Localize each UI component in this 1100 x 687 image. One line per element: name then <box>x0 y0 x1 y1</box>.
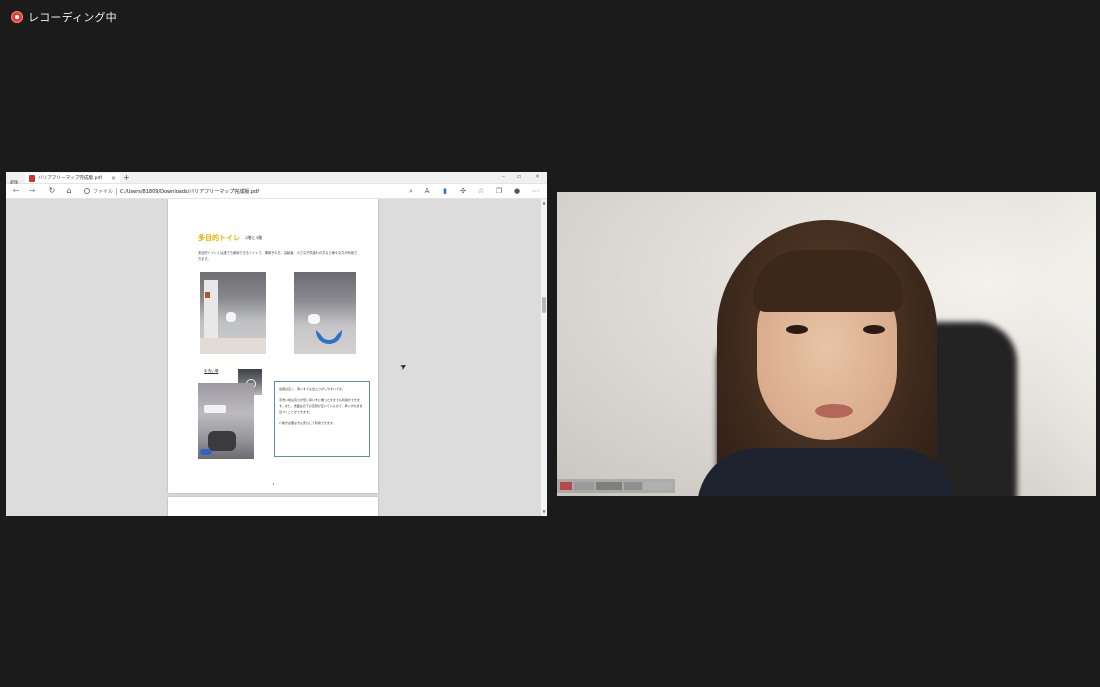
zoom-icon[interactable]: ⌕ <box>406 186 416 196</box>
document-title: 多目的トイレ <box>198 233 240 242</box>
tab-title: バリアフリーマップ完成版.pdf <box>38 176 103 181</box>
info-icon[interactable] <box>84 188 90 194</box>
back-icon[interactable]: ← <box>11 186 21 196</box>
scrollbar-thumb[interactable] <box>542 297 546 313</box>
pdf-viewer[interactable]: 多目的トイレ 2階と3階 多目的トイレとは誰でも使用できるトイレで、車椅子の方、… <box>6 199 547 516</box>
scrollbar[interactable]: ▲ ▼ <box>541 199 547 516</box>
profile-icon[interactable]: ● <box>512 186 522 196</box>
recording-indicator: レコーディング中 <box>11 9 117 25</box>
read-aloud-icon[interactable]: A <box>422 186 432 196</box>
description-line-1: 扉幅は広く、車いすでも出入りがしやすいです。 <box>279 387 345 391</box>
workspaces-icon[interactable] <box>10 173 20 188</box>
toilet-photo-2 <box>294 272 356 354</box>
participant-name-label <box>557 479 675 493</box>
tab-pdf[interactable]: バリアフリーマップ完成版.pdf × <box>25 173 120 183</box>
tab-bar: バリアフリーマップ完成版.pdf × + – ▫ × <box>6 172 547 188</box>
document-floor-label: 2階と3階 <box>245 235 263 240</box>
mouse-cursor-icon: ➤ <box>398 360 409 373</box>
home-icon[interactable]: ⌂ <box>64 186 74 196</box>
description-line-2: 手洗い場は高さが低く車いすに乗ったままでも利用ができます。また、洗面台の下の空間… <box>279 398 363 414</box>
recording-label: レコーディング中 <box>28 11 117 24</box>
forward-icon[interactable]: → <box>27 186 37 196</box>
address-bar: ← → ↻ ⌂ ファイル C:/Users/81809/Downloads/バリ… <box>6 184 547 199</box>
participant-status-icon <box>560 482 572 490</box>
blue-arrow-icon <box>316 330 342 344</box>
restore-button[interactable]: ▫ <box>517 172 521 182</box>
more-icon[interactable]: ⋯ <box>531 186 541 196</box>
url-scheme-label: ファイル <box>93 188 114 195</box>
description-box: 扉幅は広く、車いすでも出入りがしやすいです。 手洗い場は高さが低く車いすに乗った… <box>274 381 370 457</box>
url-path: C:/Users/81809/Downloads/バリアフリーマップ完成版.pd… <box>120 188 259 195</box>
new-tab-button[interactable]: + <box>123 173 131 183</box>
url-field[interactable]: ファイル C:/Users/81809/Downloads/バリアフリーマップ完… <box>84 186 259 196</box>
scroll-up-icon[interactable]: ▲ <box>541 200 547 205</box>
handwash-label: 手洗い場 <box>204 369 219 373</box>
puzzle-icon[interactable]: ✣ <box>458 186 468 196</box>
refresh-icon[interactable]: ↻ <box>47 186 57 196</box>
pdf-page: 多目的トイレ 2階と3階 多目的トイレとは誰でも使用できるトイレで、車椅子の方、… <box>168 199 378 493</box>
browser-window: バリアフリーマップ完成版.pdf × + – ▫ × ← → ↻ ⌂ ファイル … <box>6 172 547 516</box>
description-line-3: 介助が必要な方も安心して利用できます。 <box>279 421 336 425</box>
extensions-icon[interactable]: ▮ <box>440 186 450 196</box>
tab-close-icon[interactable]: × <box>111 175 116 182</box>
url-separator <box>116 187 118 195</box>
minimize-button[interactable]: – <box>502 172 505 182</box>
record-icon <box>11 11 23 23</box>
pdf-page-next <box>168 497 378 516</box>
toilet-photo-1 <box>200 272 266 354</box>
scroll-down-icon[interactable]: ▼ <box>541 509 547 514</box>
document-intro: 多目的トイレとは誰でも使用できるトイレで、車椅子の方、高齢者、小さな子供連れの方… <box>198 251 358 261</box>
pdf-file-icon <box>29 174 35 182</box>
page-number: 1 <box>272 482 275 486</box>
collections-icon[interactable]: ❐ <box>494 186 504 196</box>
handwash-photo <box>198 383 254 459</box>
favorites-icon[interactable]: ☆ <box>476 186 486 196</box>
close-window-button[interactable]: × <box>535 172 540 182</box>
participant-video <box>557 192 1096 496</box>
